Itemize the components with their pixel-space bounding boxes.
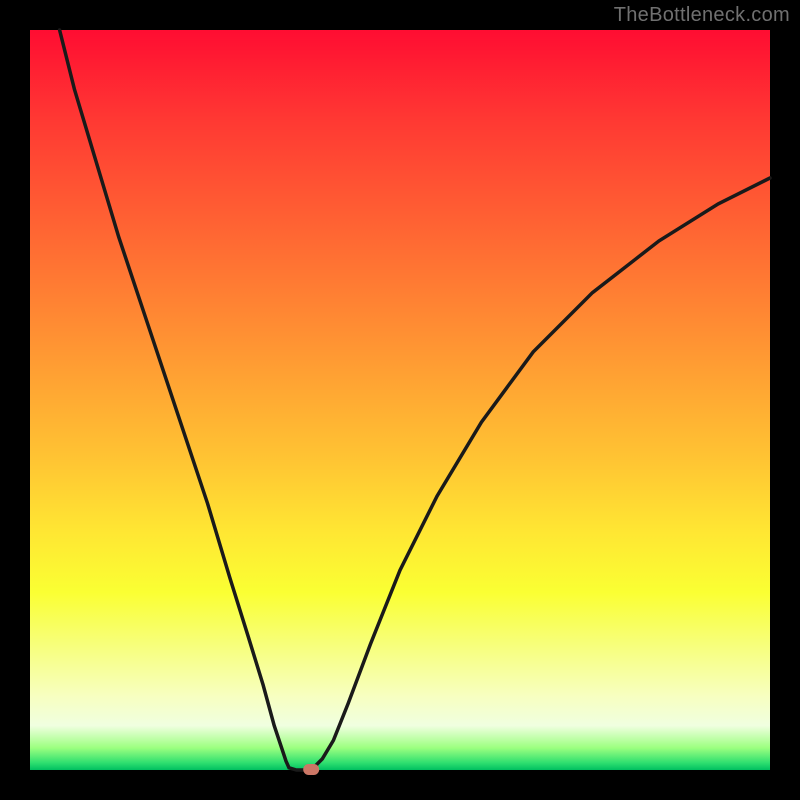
optimum-marker: [303, 764, 319, 775]
chart-container: TheBottleneck.com: [0, 0, 800, 800]
chart-svg: [30, 30, 770, 770]
watermark-text: TheBottleneck.com: [614, 4, 790, 27]
plot-area: [30, 30, 770, 770]
bottleneck-curve: [60, 30, 770, 770]
